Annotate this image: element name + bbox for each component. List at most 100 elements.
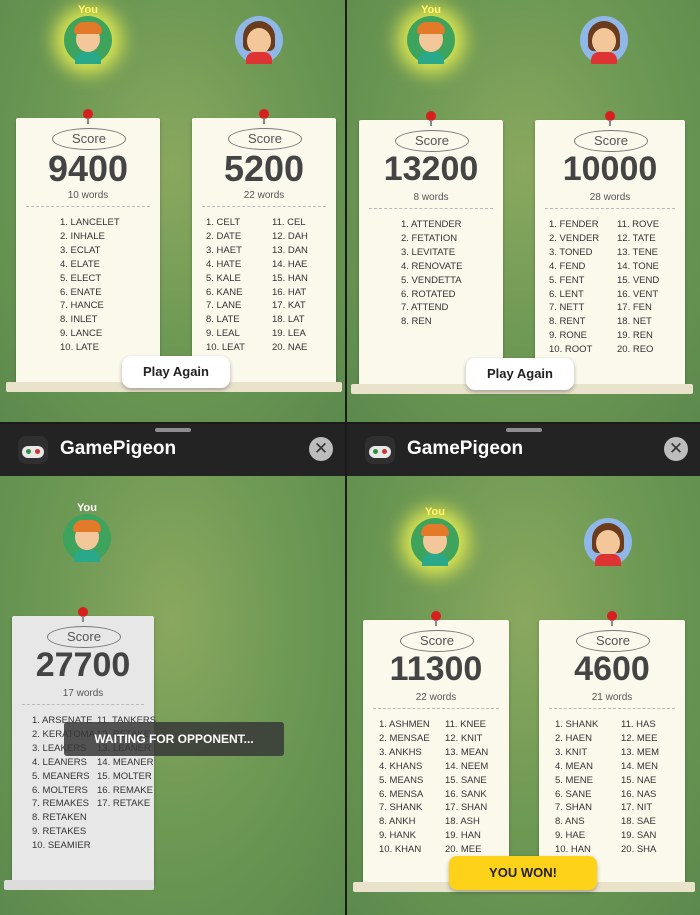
word-list-item: 1. LANCELET	[60, 217, 120, 228]
score-value: 27700	[35, 646, 131, 684]
word-list-item: 5. MEANS	[379, 774, 424, 786]
word-list-item: 18. ASH	[445, 816, 480, 828]
word-list-item: 9. HAE	[555, 830, 586, 842]
word-list-item: 10. SEAMIER	[32, 840, 91, 852]
word-list-item: 5. VENDETTA	[401, 274, 462, 286]
word-list: 1. FENDER 2. VENDER 3. TONED 4. FEND 5. FENT…	[549, 218, 599, 357]
play-again-button[interactable]: Play Again	[122, 356, 230, 388]
word-list-item: 15. SANE	[445, 774, 487, 786]
word-list-item: 8. ANS	[555, 816, 585, 828]
word-list-item: 8. INLET	[60, 314, 98, 326]
word-list-item: 3. ANKHS	[379, 746, 422, 758]
player-avatar	[411, 518, 459, 566]
app-header: GamePigeon ✕	[0, 424, 345, 476]
word-list-item: 17. KAT	[272, 300, 306, 312]
word-list-item: 6. LENT	[549, 288, 584, 300]
opponent-avatar	[580, 16, 628, 64]
word-count: 10 words	[67, 190, 109, 201]
score-label: Score	[576, 630, 650, 652]
you-label: You	[421, 4, 441, 16]
close-icon[interactable]: ✕	[664, 437, 688, 461]
word-list-item: 18. NET	[617, 316, 652, 328]
word-list-item: 15. VEND	[617, 274, 660, 286]
word-list-item: 7. SHAN	[555, 802, 592, 814]
score-label: Score	[395, 130, 469, 152]
player-score-card: Score 11300 22 words 1. ASHMEN 2. MENSAE 3…	[363, 611, 509, 886]
word-list-item: 3. KNIT	[555, 746, 588, 758]
waiting-for-opponent-banner: WAITING FOR OPPONENT...	[64, 722, 284, 756]
word-list-item: 3. HAET	[206, 244, 242, 256]
you-won-button[interactable]: YOU WON!	[449, 856, 597, 890]
close-icon[interactable]: ✕	[309, 437, 333, 461]
pin-icon	[607, 611, 617, 626]
word-list-item: 11. CEL	[272, 217, 306, 228]
score-value: 10000	[562, 150, 658, 188]
word-list: 1. ATTENDER 2. FETATION 3. LEVITATE 4. RENO…	[401, 218, 462, 329]
player-score-card: Score 13200 8 words 1. ATTENDER 2. FETATI…	[359, 111, 503, 388]
word-list-item: 19. SAN	[621, 830, 657, 842]
word-list-item: 5. MEANERS	[32, 770, 90, 782]
opponent-score-card: Score 4600 21 words 1. SHANK 2. HAEN 3. KN…	[539, 611, 685, 886]
word-list-item: 10. HAN	[555, 844, 591, 856]
word-count: 17 words	[62, 688, 104, 699]
word-list-item: 20. MEE	[445, 844, 482, 856]
word-list-item: 7. LANE	[206, 300, 242, 312]
opponent-score-card: Score 10000 28 words 1. FENDER 2. VENDER 3…	[535, 111, 685, 388]
player-avatar	[63, 514, 111, 562]
word-count: 22 words	[243, 190, 285, 201]
score-value: 9400	[47, 148, 129, 189]
word-list-item: 7. HANCE	[60, 300, 104, 312]
app-title: GamePigeon	[407, 438, 524, 459]
drag-handle[interactable]	[154, 428, 191, 432]
player-score-card: Score 9400 10 words 1. LANCELET 2. INHALE…	[16, 109, 160, 386]
word-list-item: 12. MEE	[621, 732, 658, 744]
word-list-item: 1. ATTENDER	[401, 219, 462, 230]
word-list-item: 11. ROVE	[617, 219, 660, 230]
play-again-button[interactable]: Play Again	[466, 358, 574, 390]
word-list-item: 4. LEANERS	[32, 756, 87, 768]
drag-handle[interactable]	[505, 428, 542, 432]
word-list-item: 14. NEEM	[445, 760, 489, 772]
score-label: Score	[400, 630, 474, 652]
word-list-item: 1. ASHMEN	[379, 719, 430, 730]
score-label: Score	[47, 626, 121, 648]
gamepigeon-logo-icon	[18, 436, 48, 464]
word-list-item: 20. SHA	[621, 844, 657, 856]
word-list-item: 19. LEA	[272, 328, 306, 340]
word-list-item: 17. RETAKE	[97, 798, 151, 810]
word-count: 8 words	[413, 192, 449, 203]
word-list-item: 12. KNIT	[445, 732, 483, 744]
score-value: 13200	[383, 150, 479, 188]
you-label: You	[77, 502, 97, 514]
word-list-item: 8. RENT	[549, 316, 586, 328]
word-list-item: 9. LEAL	[206, 328, 240, 340]
word-list-item: 6. MENSA	[379, 788, 424, 800]
word-list-item: 19. REN	[617, 330, 653, 342]
word-list-item: 10. KHAN	[379, 844, 422, 856]
player-avatar	[64, 16, 112, 64]
opponent-avatar	[584, 518, 632, 566]
word-list-item: 4. FEND	[549, 260, 586, 272]
word-list-item: 8. LATE	[206, 314, 240, 326]
word-list-item: 14. TONE	[617, 260, 659, 272]
word-list-item: 15. HAN	[272, 272, 308, 284]
word-list-item: 5. MENE	[555, 774, 594, 786]
word-list-item: 1. CELT	[206, 217, 241, 228]
pin-icon	[78, 607, 88, 622]
word-list-item: 7. SHANK	[379, 802, 423, 814]
player-avatar	[407, 16, 455, 64]
word-list-item: 17. NIT	[621, 802, 653, 814]
word-list: 11. HAS 12. MEE 13. MEM 14. MEN 15. NAE 16. N…	[621, 718, 659, 857]
app-header: GamePigeon ✕	[347, 424, 700, 476]
word-list-item: 16. NAS	[621, 788, 657, 800]
word-list-item: 8. ANKH	[379, 816, 416, 828]
word-list-item: 4. ELATE	[60, 258, 100, 270]
word-list-item: 2. MENSAE	[379, 732, 430, 744]
word-list-item: 11. KNEE	[445, 719, 487, 730]
game-result-panel-2: You Score 13200 8 words 1. ATTENDER 2. FE…	[347, 0, 700, 422]
word-list-item: 5. FENT	[549, 274, 585, 286]
pin-icon	[431, 611, 441, 626]
word-list-item: 9. HANK	[379, 830, 416, 842]
word-list-item: 15. NAE	[621, 774, 657, 786]
word-list-item: 8. REN	[401, 316, 432, 328]
